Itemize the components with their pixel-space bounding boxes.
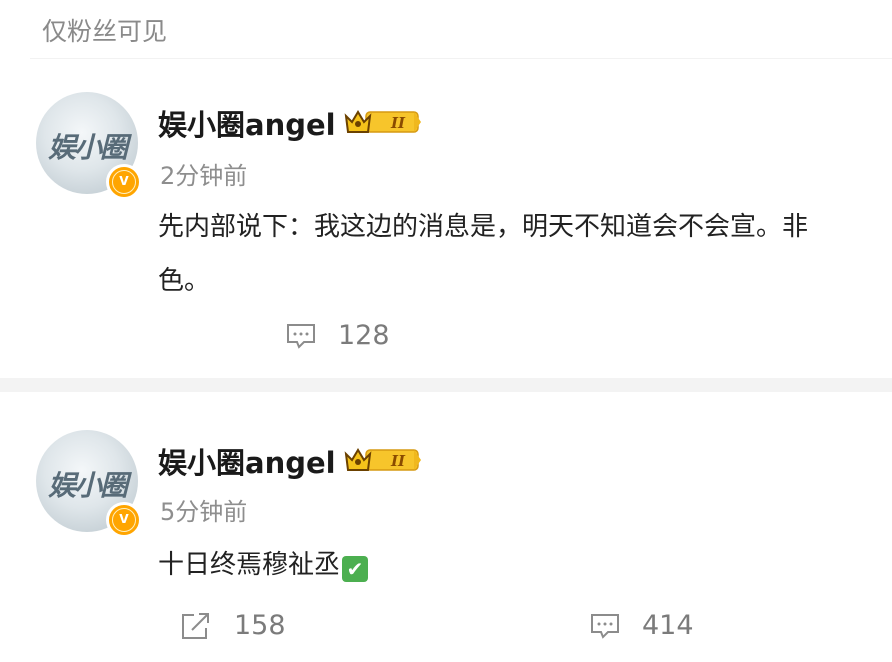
crown-icon: II	[344, 110, 421, 133]
comment-count: 128	[338, 320, 390, 351]
post-separator	[0, 378, 892, 392]
share-count: 158	[234, 610, 286, 641]
comment-icon	[287, 323, 315, 349]
content-text: 十日终焉穆祉丞	[158, 550, 341, 580]
comment-button[interactable]: 128	[286, 320, 390, 351]
check-emoji-icon: ✔	[342, 556, 369, 582]
content-line: 色。	[158, 266, 211, 296]
verified-icon: v	[106, 164, 142, 200]
post-time: 2分钟前	[160, 162, 248, 190]
username[interactable]: 娱小圈angel	[158, 440, 336, 482]
comment-count: 414	[642, 610, 694, 641]
post-content: 先内部说下：我这边的消息是，明天不知道会不会宣。非 色。	[158, 200, 808, 308]
post-time: 5分钟前	[160, 498, 248, 526]
crown-icon: II	[344, 448, 421, 471]
content-line: 先内部说下：我这边的消息是，明天不知道会不会宣。非	[158, 212, 809, 242]
avatar-text: 娱小圈	[47, 469, 128, 502]
visibility-label: 仅粉丝可见	[42, 17, 168, 46]
share-icon	[182, 612, 209, 639]
post-content: 十日终焉穆祉丞 ✔	[158, 538, 369, 592]
divider	[30, 58, 892, 59]
username[interactable]: 娱小圈angel	[158, 102, 336, 144]
comment-button[interactable]: 414	[590, 610, 694, 641]
level-badge-text: II	[390, 452, 406, 470]
comment-icon	[591, 613, 619, 639]
avatar-text: 娱小圈	[47, 131, 128, 164]
level-badge-text: II	[390, 114, 406, 132]
share-button[interactable]: 158	[180, 610, 286, 641]
verified-icon: v	[106, 502, 142, 538]
